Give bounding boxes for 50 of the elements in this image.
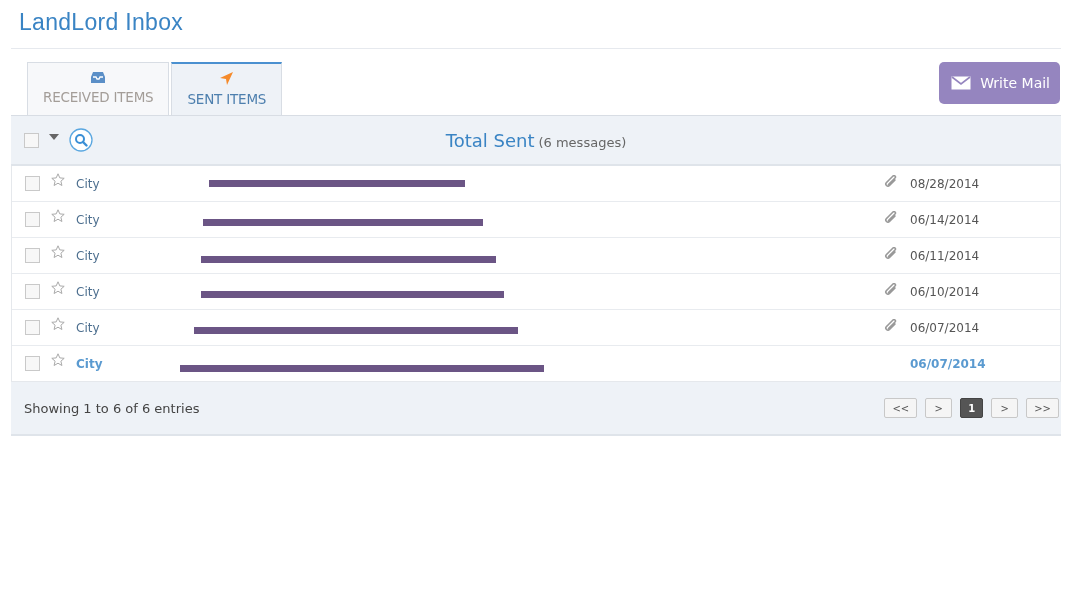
row-checkbox[interactable] (25, 176, 40, 191)
page-button[interactable]: 1 (960, 398, 984, 418)
entries-info: Showing 1 to 6 of 6 entries (24, 400, 200, 416)
date: 06/11/2014 (910, 248, 981, 263)
select-all-checkbox[interactable] (24, 132, 39, 148)
date: 06/07/2014 (910, 356, 987, 371)
date: 08/28/2014 (910, 176, 981, 191)
envelope-icon (951, 76, 972, 90)
page-button[interactable]: << (884, 398, 918, 418)
tab[interactable]: SENT ITEMS (171, 62, 283, 115)
sender-name: City (76, 356, 104, 371)
page-button[interactable]: > (925, 398, 953, 418)
date: 06/10/2014 (910, 284, 981, 299)
inbox-icon (90, 71, 107, 84)
caret-icon[interactable] (49, 134, 59, 140)
message-row[interactable]: City 06/10/2014 (12, 274, 1060, 310)
heading: Total Sent (445, 129, 535, 151)
row-checkbox[interactable] (25, 356, 40, 371)
paperclip-icon (884, 283, 898, 296)
row-checkbox[interactable] (25, 248, 40, 263)
paperclip-icon (884, 319, 898, 332)
sender-name: City (76, 176, 101, 191)
page-button[interactable]: > (991, 398, 1019, 418)
row-checkbox[interactable] (25, 284, 40, 299)
row-checkbox[interactable] (25, 320, 40, 335)
message-row[interactable]: City 06/11/2014 (12, 238, 1060, 274)
star-icon[interactable] (51, 209, 65, 223)
row-checkbox[interactable] (25, 212, 40, 227)
send-icon (219, 71, 235, 86)
search-icon[interactable] (69, 128, 93, 152)
date: 06/14/2014 (910, 212, 981, 227)
message-row[interactable]: City 06/14/2014 (12, 202, 1060, 238)
star-icon[interactable] (51, 353, 65, 367)
sender-name: City (76, 248, 101, 263)
message-row[interactable]: City 06/07/2014 (12, 310, 1060, 346)
date: 06/07/2014 (910, 320, 981, 335)
star-icon[interactable] (51, 245, 65, 259)
paperclip-icon (884, 175, 898, 188)
star-icon[interactable] (51, 173, 65, 187)
star-icon[interactable] (51, 281, 65, 295)
star-icon[interactable] (51, 317, 65, 331)
page-button[interactable]: >> (1026, 398, 1059, 418)
message-row[interactable]: City 08/28/2014 (12, 166, 1060, 202)
sender-name: City (76, 320, 101, 335)
paperclip-icon (884, 247, 898, 260)
page-title: LandLord Inbox (18, 8, 185, 37)
sender-name: City (76, 212, 101, 227)
message-count: (6 messages) (538, 134, 627, 150)
paperclip-icon (884, 211, 898, 224)
sender-name: City (76, 284, 101, 299)
